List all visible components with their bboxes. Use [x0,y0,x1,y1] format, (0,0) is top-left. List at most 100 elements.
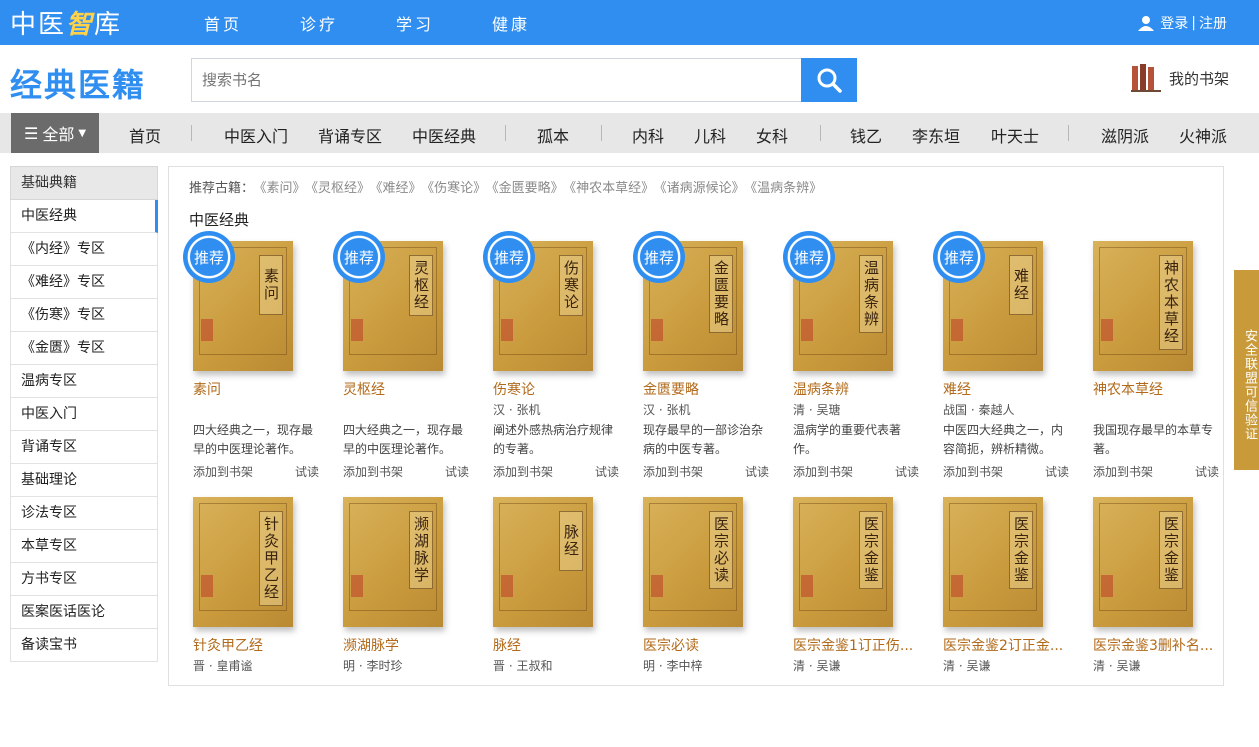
book-title[interactable]: 医宗金鉴2订正金... [943,635,1073,655]
book-title[interactable]: 医宗金鉴3删补名... [1093,635,1223,655]
book-title[interactable]: 灵枢经 [343,379,473,399]
sidebar-item-neijing[interactable]: 《内经》专区 [10,233,158,266]
book-title[interactable]: 素问 [193,379,323,399]
book-card[interactable]: 濒湖脉学 濒湖脉学明 · 李时珍 [343,497,473,747]
cat-lidongyuan[interactable]: 李东垣 [912,123,960,147]
cat-ziyin[interactable]: 滋阴派 [1101,123,1149,147]
sidebar-item-recite[interactable]: 背诵专区 [10,431,158,464]
book-cover[interactable]: 医宗金鉴 [943,497,1043,627]
book-card[interactable]: 灵枢经 推荐 灵枢经 四大经典之一，现存最早的中医理论著作。 添加到书架 试读 [333,231,473,491]
try-read-link[interactable]: 试读 [295,463,319,480]
book-title[interactable]: 脉经 [493,635,623,655]
sidebar-item-diagnosis[interactable]: 诊法专区 [10,497,158,530]
book-title[interactable]: 濒湖脉学 [343,635,473,655]
cover-title: 伤寒论 [559,255,583,316]
book-title[interactable]: 医宗金鉴1订正伤... [793,635,923,655]
book-card[interactable]: 脉经 脉经晋 · 王叔和 [493,497,623,747]
sidebar-item-jingui[interactable]: 《金匮》专区 [10,332,158,365]
add-to-shelf-link[interactable]: 添加到书架 [193,463,253,480]
cat-classic[interactable]: 中医经典 [412,123,476,147]
sidebar-item-nanjing[interactable]: 《难经》专区 [10,266,158,299]
top-nav-home[interactable]: 首页 [204,11,242,35]
book-title[interactable]: 医宗必读 [643,635,773,655]
try-read-link[interactable]: 试读 [595,463,619,480]
rec-book-link[interactable]: 《难经》 [376,181,422,196]
book-card[interactable]: 医宗金鉴 医宗金鉴2订正金... 清 · 吴谦 [943,497,1073,747]
cover-seal [351,575,363,597]
cat-yetianshi[interactable]: 叶天士 [991,123,1039,147]
sidebar-item-shanghan[interactable]: 《伤寒》专区 [10,299,158,332]
book-cover[interactable]: 医宗金鉴 [793,497,893,627]
book-title[interactable]: 神农本草经 [1093,379,1223,399]
book-card[interactable]: 针灸甲乙经 针灸甲乙经晋 · 皇甫谧 [193,497,323,747]
book-title[interactable]: 针灸甲乙经 [193,635,323,655]
my-bookshelf-link[interactable]: 我的书架 [1130,64,1229,92]
top-nav-study[interactable]: 学习 [396,11,434,35]
cat-gynecology[interactable]: 女科 [756,123,788,147]
cat-rare[interactable]: 孤本 [537,123,569,147]
search-input[interactable] [191,58,802,102]
book-card[interactable]: 难经 推荐 难经 战国 · 秦越人 中医四大经典之一，内容简扼，辨析精微。 添加到书架 试读 [933,231,1073,491]
try-read-link[interactable]: 试读 [1045,463,1069,480]
book-card[interactable]: 伤寒论 推荐 伤寒论汉 · 张机 阐述外感热病治疗规律的专著。 添加到书架 试读 [483,231,623,491]
book-card[interactable]: 医宗必读 医宗必读明 · 李中梓 [643,497,773,747]
try-read-link[interactable]: 试读 [1195,463,1219,480]
book-cover[interactable]: 濒湖脉学 [343,497,443,627]
rec-book-link[interactable]: 《金匮要略》 [492,181,564,196]
rec-book-link[interactable]: 《素问》 [260,181,306,196]
cat-huoshen[interactable]: 火神派 [1179,123,1227,147]
book-cover[interactable]: 医宗金鉴 [1093,497,1193,627]
book-card[interactable]: 医宗金鉴 医宗金鉴3删补名... 清 · 吴谦 [1093,497,1223,747]
login-link[interactable]: 登录 [1160,13,1188,33]
book-cover[interactable]: 脉经 [493,497,593,627]
sidebar-item-essential[interactable]: 备读宝书 [10,629,158,662]
sidebar-item-cases[interactable]: 医案医话医论 [10,596,158,629]
book-card[interactable]: 金匮要略 推荐 金匮要略汉 · 张机 现存最早的一部诊治杂病的中医专著。 添加到书架 试读 [633,231,773,491]
book-title[interactable]: 金匮要略 [643,379,773,399]
sidebar-item-classic[interactable]: 中医经典 [10,200,158,233]
search-button[interactable] [801,58,857,102]
book-card[interactable]: 医宗金鉴 医宗金鉴1订正伤... 清 · 吴谦 [793,497,923,747]
cat-pediatrics[interactable]: 儿科 [694,123,726,147]
cat-separator [601,125,602,141]
sidebar-item-theory[interactable]: 基础理论 [10,464,158,497]
book-title[interactable]: 难经 [943,379,1073,399]
safety-verify-badge[interactable]: 安全联盟可信验证 [1234,270,1259,470]
sidebar-item-intro[interactable]: 中医入门 [10,398,158,431]
book-cover[interactable]: 医宗必读 [643,497,743,627]
rec-book-link[interactable]: 《诸病源候论》 [660,181,745,196]
try-read-link[interactable]: 试读 [445,463,469,480]
site-logo[interactable]: 中医智库 [10,4,122,41]
book-title[interactable]: 伤寒论 [493,379,623,399]
sidebar-item-herbal[interactable]: 本草专区 [10,530,158,563]
book-card[interactable]: 素问 推荐 素问 四大经典之一，现存最早的中医理论著作。 添加到书架 试读 [183,231,323,491]
register-link[interactable]: 注册 [1199,13,1227,33]
book-cover[interactable]: 神农本草经 [1093,241,1193,371]
add-to-shelf-link[interactable]: 添加到书架 [943,463,1003,480]
try-read-link[interactable]: 试读 [745,463,769,480]
add-to-shelf-link[interactable]: 添加到书架 [1093,463,1153,480]
book-cover[interactable]: 针灸甲乙经 [193,497,293,627]
all-categories-button[interactable]: ☰ 全部 ▼ [11,113,99,153]
try-read-link[interactable]: 试读 [895,463,919,480]
sidebar-item-wenbing[interactable]: 温病专区 [10,365,158,398]
add-to-shelf-link[interactable]: 添加到书架 [793,463,853,480]
cat-intro[interactable]: 中医入门 [224,123,288,147]
add-to-shelf-link[interactable]: 添加到书架 [643,463,703,480]
cat-qianyi[interactable]: 钱乙 [850,123,882,147]
rec-book-link[interactable]: 《灵枢经》 [312,181,371,196]
cat-home[interactable]: 首页 [129,123,161,147]
add-to-shelf-link[interactable]: 添加到书架 [343,463,403,480]
top-nav-health[interactable]: 健康 [492,11,530,35]
book-title[interactable]: 温病条辨 [793,379,923,399]
book-card[interactable]: 神农本草经 神农本草经 我国现存最早的本草专著。 添加到书架 试读 [1093,241,1223,491]
top-nav-diagnosis[interactable]: 诊疗 [300,11,338,35]
sidebar-item-formula[interactable]: 方书专区 [10,563,158,596]
add-to-shelf-link[interactable]: 添加到书架 [493,463,553,480]
rec-book-link[interactable]: 《神农本草经》 [570,181,655,196]
rec-book-link[interactable]: 《伤寒论》 [428,181,487,196]
book-card[interactable]: 温病条辨 推荐 温病条辨清 · 吴瑭 温病学的重要代表著作。 添加到书架 试读 [783,231,923,491]
cat-recite[interactable]: 背诵专区 [318,123,382,147]
rec-book-link[interactable]: 《温病条辨》 [751,181,823,196]
cat-internal[interactable]: 内科 [632,123,664,147]
